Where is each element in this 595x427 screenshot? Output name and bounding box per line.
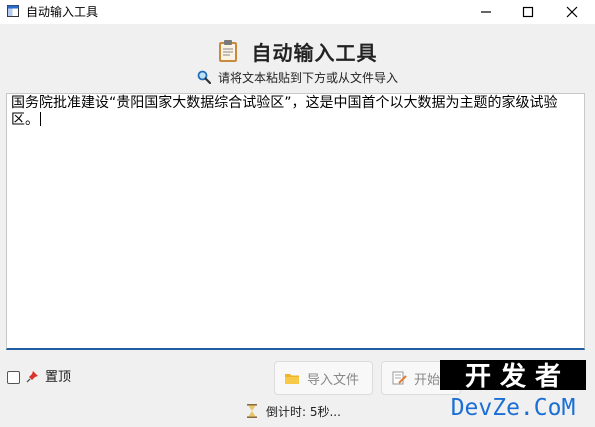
close-icon <box>566 6 578 18</box>
devze-watermark: 开 发 者 DevZe.CoM <box>440 360 586 418</box>
watermark-latin: DevZe.CoM <box>451 395 576 418</box>
countdown-status: 倒计时: 5秒... <box>247 403 341 419</box>
app-header: 自动输入工具 <box>0 36 595 66</box>
pushpin-icon <box>26 371 38 383</box>
countdown-text: 倒计时: 5秒... <box>266 404 341 419</box>
search-icon <box>197 70 211 84</box>
close-button[interactable] <box>552 0 592 24</box>
page-title: 自动输入工具 <box>251 40 378 65</box>
editor-text: 国务院批准建设“贵阳国家大数据综合试验区”，这是中国首个以大数据为主题的家级试验… <box>11 95 558 128</box>
pin-checkbox[interactable] <box>7 371 20 384</box>
text-editor[interactable]: 国务院批准建设“贵阳国家大数据综合试验区”，这是中国首个以大数据为主题的家级试验… <box>6 93 585 350</box>
document-edit-icon <box>392 371 407 385</box>
instruction-text: 请将文本粘贴到下方或从文件导入 <box>217 70 398 85</box>
pin-label: 置顶 <box>45 370 72 385</box>
text-caret <box>40 112 41 126</box>
window-title: 自动输入工具 <box>26 5 99 19</box>
folder-icon <box>285 374 299 384</box>
minimize-button[interactable] <box>466 0 506 24</box>
title-bar[interactable]: 自动输入工具 <box>0 0 595 24</box>
minimize-icon <box>481 11 491 13</box>
instruction-line: 请将文本粘贴到下方或从文件导入 <box>0 68 595 86</box>
start-label: 开始 <box>414 372 441 388</box>
clipboard-icon <box>218 40 237 62</box>
hourglass-icon <box>247 404 257 418</box>
maximize-icon <box>522 6 534 18</box>
import-file-label: 导入文件 <box>307 372 360 388</box>
maximize-button[interactable] <box>508 0 548 24</box>
app-icon <box>7 5 19 17</box>
watermark-chinese: 开 发 者 <box>465 361 561 392</box>
import-file-button[interactable]: 导入文件 <box>274 361 373 395</box>
